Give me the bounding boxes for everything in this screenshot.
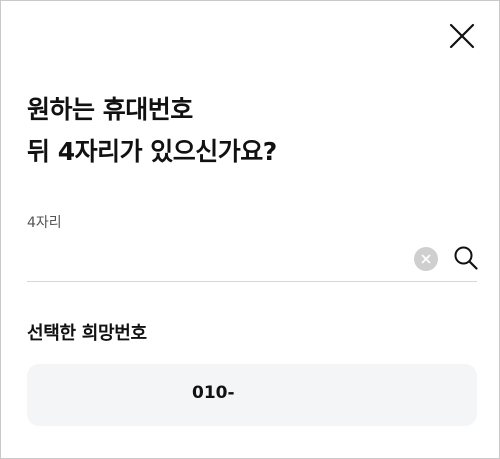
selected-number-heading: 선택한 희망번호: [27, 323, 147, 344]
dialog-title: 원하는 휴대번호 뒤 4자리가 있으신가요?: [27, 89, 277, 173]
selected-number-box: 010-: [27, 364, 477, 426]
dialog-title-line-1: 원하는 휴대번호: [27, 95, 193, 124]
close-icon: [449, 23, 475, 49]
selected-number-value: 010-: [192, 383, 235, 403]
last-four-digits-field: [27, 241, 480, 282]
clear-input-button[interactable]: [414, 247, 438, 271]
close-button[interactable]: [447, 21, 477, 51]
clear-circle-icon: [421, 254, 431, 264]
search-button[interactable]: [452, 244, 480, 272]
search-icon: [454, 246, 478, 270]
last-four-digits-label: 4자리: [27, 215, 62, 231]
dialog-title-line-2: 뒤 4자리가 있으신가요?: [27, 137, 277, 166]
last-four-digits-input[interactable]: [27, 241, 397, 279]
number-search-dialog: 원하는 휴대번호 뒤 4자리가 있으신가요? 4자리 선택한 희망번호 010-: [0, 0, 500, 459]
